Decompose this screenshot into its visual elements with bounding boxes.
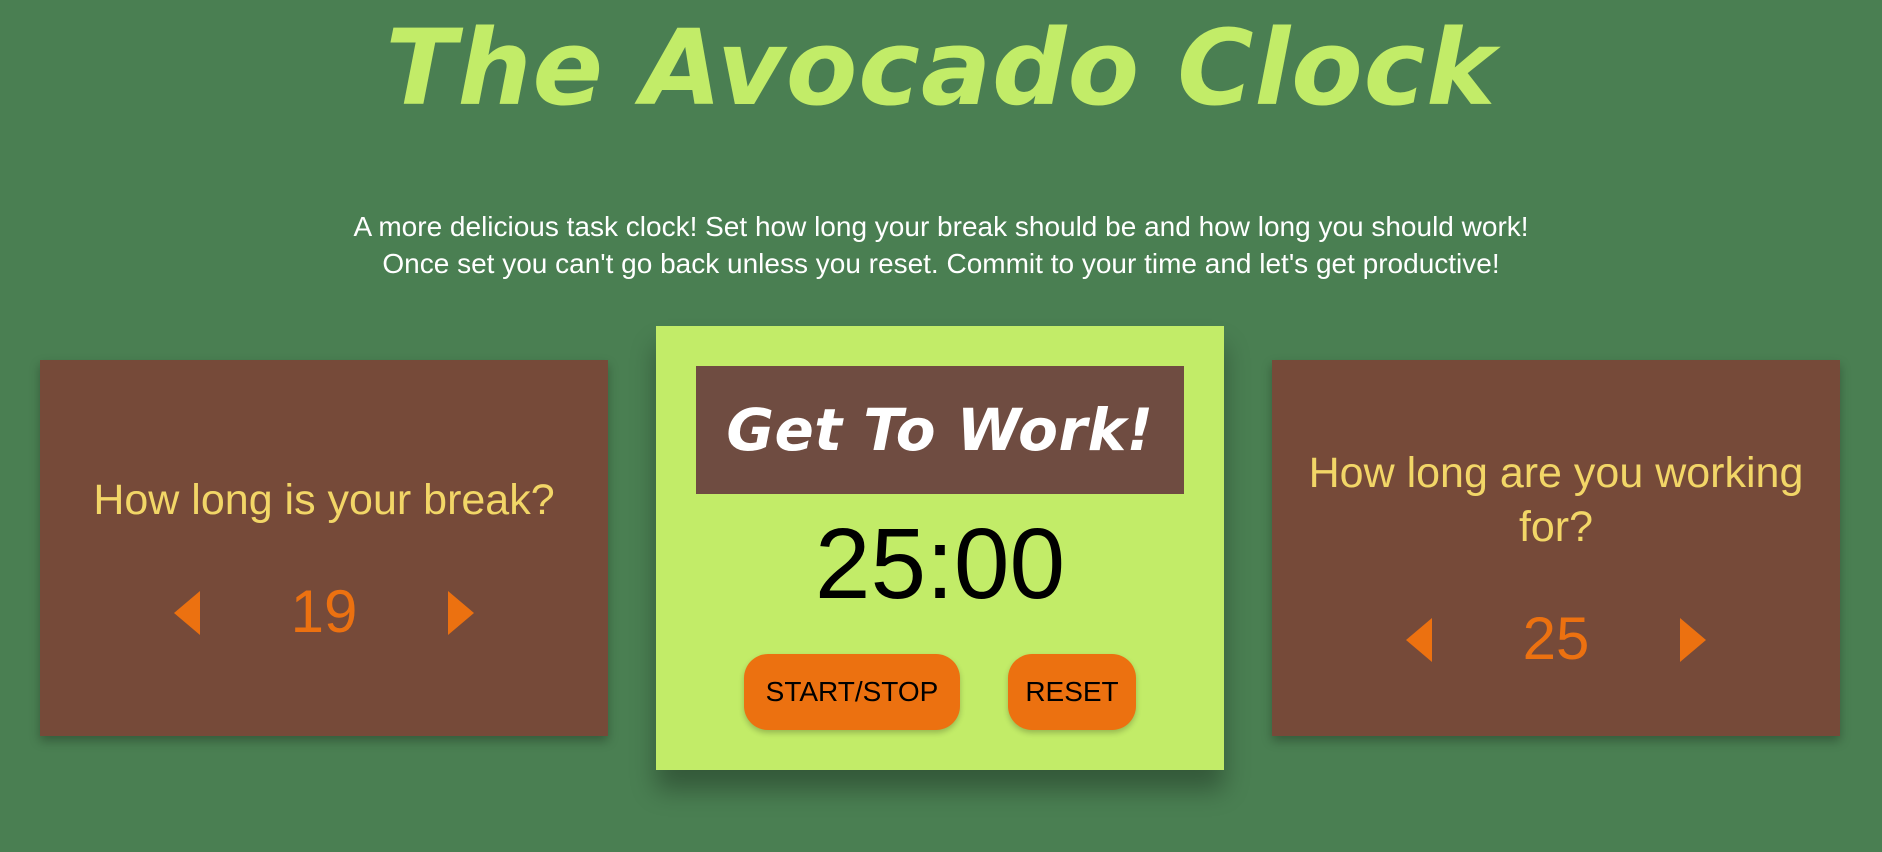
break-length-value: 19 — [290, 578, 358, 645]
work-length-value: 25 — [1522, 605, 1590, 672]
caret-left-icon — [174, 591, 200, 635]
work-length-control: 25 — [1272, 604, 1840, 674]
caret-right-icon — [448, 591, 474, 635]
break-increment-button[interactable] — [446, 589, 476, 637]
work-decrement-button[interactable] — [1404, 616, 1434, 664]
work-length-card: How long are you working for? 25 — [1272, 360, 1840, 736]
clock-card: Get To Work! 25:00 START/STOP RESET — [656, 326, 1224, 770]
page-description: A more delicious task clock! Set how lon… — [0, 208, 1882, 282]
reset-button[interactable]: RESET — [1008, 654, 1136, 730]
description-line-2: Once set you can't go back unless you re… — [382, 248, 1500, 279]
status-label: Get To Work! — [726, 396, 1154, 464]
break-decrement-button[interactable] — [172, 589, 202, 637]
caret-left-icon — [1406, 618, 1432, 662]
caret-right-icon — [1680, 618, 1706, 662]
break-length-control: 19 — [40, 577, 608, 647]
status-banner: Get To Work! — [696, 366, 1184, 494]
timer-display: 25:00 — [814, 508, 1066, 620]
break-length-card: How long is your break? 19 — [40, 360, 608, 736]
work-increment-button[interactable] — [1678, 616, 1708, 664]
break-length-question: How long is your break? — [93, 476, 555, 524]
start-stop-button[interactable]: START/STOP — [744, 654, 960, 730]
description-line-1: A more delicious task clock! Set how lon… — [353, 211, 1529, 242]
work-length-question: How long are you working for? — [1308, 449, 1804, 551]
page-title: The Avocado Clock — [385, 7, 1497, 129]
